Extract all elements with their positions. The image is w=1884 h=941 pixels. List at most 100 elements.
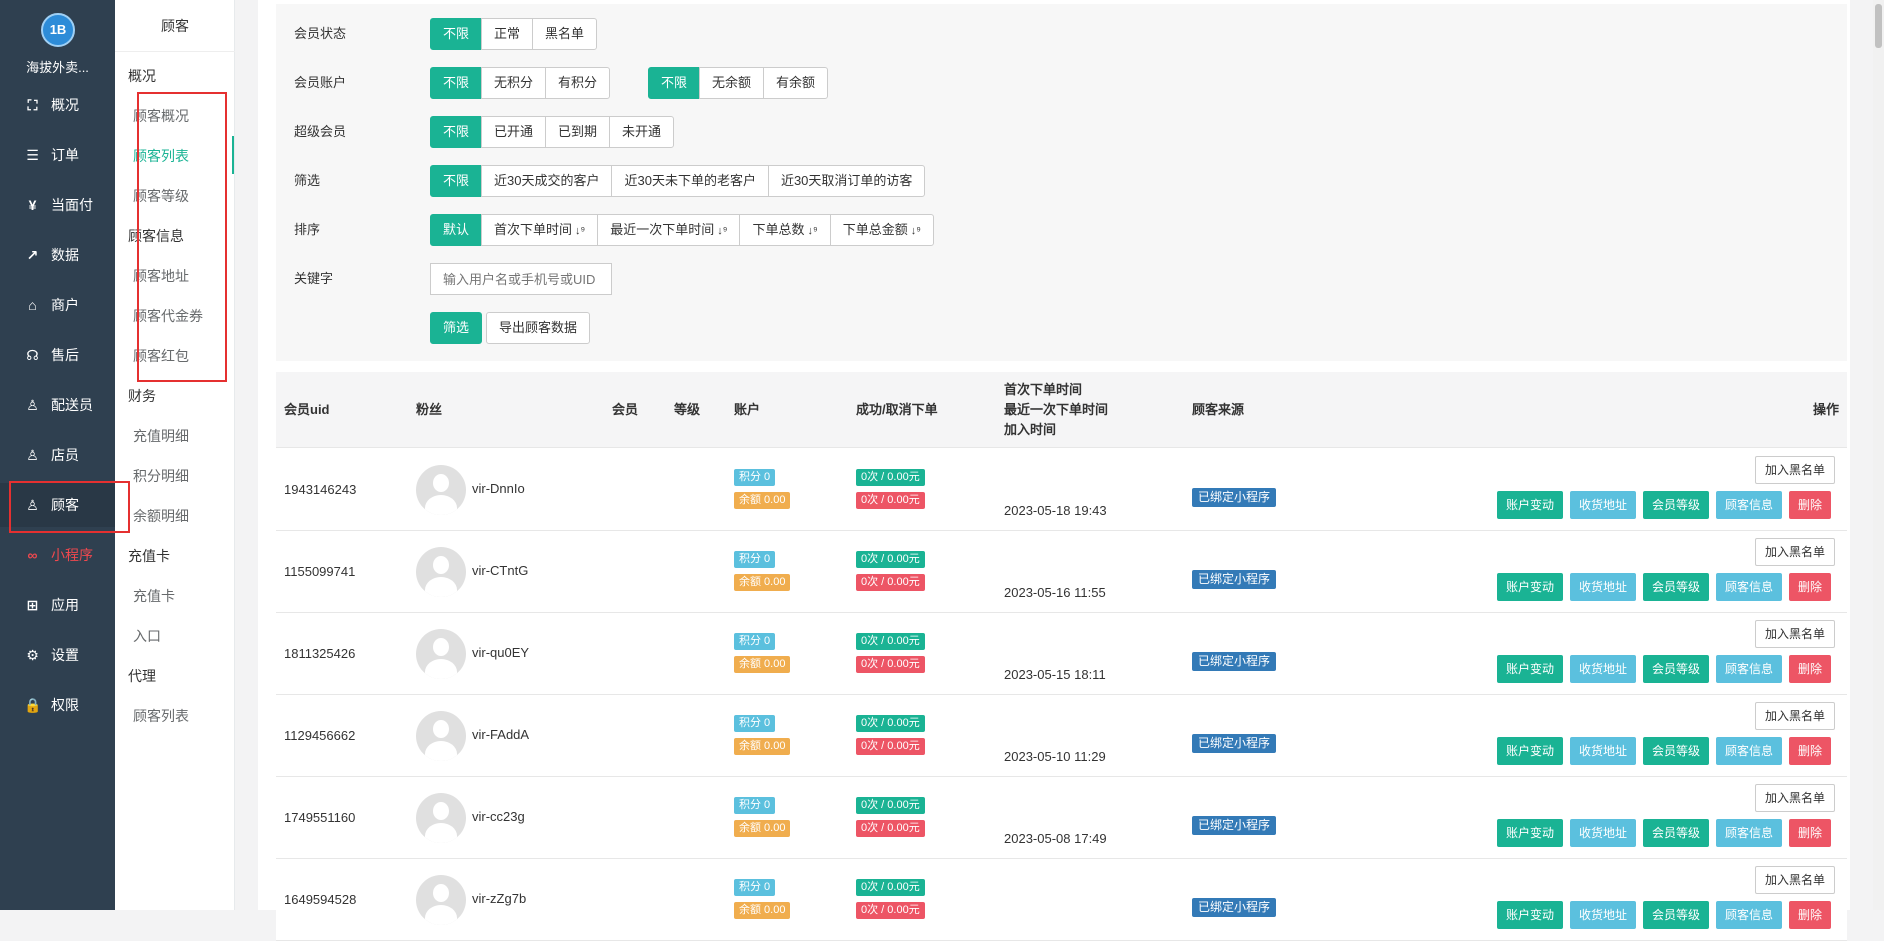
- super-expired[interactable]: 已到期: [545, 116, 611, 148]
- subnav-item-11[interactable]: 余额明细: [115, 506, 235, 526]
- customer-info-button[interactable]: 顾客信息: [1716, 655, 1783, 683]
- screen-no-order[interactable]: 近30天未下单的老客户: [611, 165, 769, 197]
- super-active[interactable]: 已开通: [481, 116, 547, 148]
- account-change-button[interactable]: 账户变动: [1497, 819, 1564, 847]
- nav-item-6[interactable]: ♙ 配送员: [0, 383, 115, 427]
- nav-item-11[interactable]: ⚙ 设置: [0, 633, 115, 677]
- blacklist-button[interactable]: 加入黑名单: [1755, 784, 1836, 812]
- member-level-button[interactable]: 会员等级: [1643, 655, 1710, 683]
- sort-last-order[interactable]: 最近一次下单时间 ↓⁹: [597, 214, 741, 246]
- nav-item-7[interactable]: ♙ 店员: [0, 433, 115, 477]
- address-button[interactable]: 收货地址: [1570, 573, 1637, 601]
- member-status-normal[interactable]: 正常: [481, 18, 534, 50]
- member-status-any[interactable]: 不限: [430, 18, 483, 50]
- delete-button[interactable]: 删除: [1789, 737, 1832, 765]
- screen-cancelled[interactable]: 近30天取消订单的访客: [767, 165, 926, 197]
- nav-item-0[interactable]: ⛶ 概况: [0, 83, 115, 127]
- super-member-group: 不限 已开通 已到期 未开通: [430, 116, 675, 148]
- balance-has[interactable]: 有余额: [763, 67, 829, 99]
- delete-button[interactable]: 删除: [1789, 901, 1832, 929]
- member-level-button[interactable]: 会员等级: [1643, 901, 1710, 929]
- member-level-button[interactable]: 会员等级: [1643, 737, 1710, 765]
- subnav-item-7[interactable]: 顾客红包: [115, 346, 235, 366]
- blacklist-button[interactable]: 加入黑名单: [1755, 620, 1836, 648]
- address-button[interactable]: 收货地址: [1570, 819, 1637, 847]
- delete-button[interactable]: 删除: [1789, 655, 1832, 683]
- customer-info-button[interactable]: 顾客信息: [1716, 491, 1783, 519]
- sort-order-count[interactable]: 下单总数 ↓⁹: [739, 214, 831, 246]
- nav-item-3[interactable]: ↗ 数据: [0, 233, 115, 277]
- balance-none[interactable]: 无余额: [699, 67, 765, 99]
- blacklist-button[interactable]: 加入黑名单: [1755, 866, 1836, 894]
- delete-button[interactable]: 删除: [1789, 491, 1832, 519]
- sort-order-amount-label: 下单总金额: [842, 222, 908, 237]
- subnav-item-16[interactable]: 顾客列表: [115, 706, 235, 726]
- sort-default[interactable]: 默认: [430, 214, 483, 246]
- customer-info-button[interactable]: 顾客信息: [1716, 737, 1783, 765]
- nav-item-4[interactable]: ⌂ 商户: [0, 283, 115, 327]
- subnav-item-14[interactable]: 入口: [115, 626, 235, 646]
- member-status-blacklist[interactable]: 黑名单: [532, 18, 598, 50]
- address-button[interactable]: 收货地址: [1570, 737, 1637, 765]
- address-button[interactable]: 收货地址: [1570, 655, 1637, 683]
- subnav-item-13[interactable]: 充值卡: [115, 586, 235, 606]
- points-any[interactable]: 不限: [430, 67, 483, 99]
- member-level-button[interactable]: 会员等级: [1643, 573, 1710, 601]
- member-level-button[interactable]: 会员等级: [1643, 491, 1710, 519]
- customer-info-button[interactable]: 顾客信息: [1716, 819, 1783, 847]
- nav-item-12[interactable]: 🔒 权限: [0, 683, 115, 727]
- avatar: [416, 711, 466, 761]
- nav-item-5[interactable]: ☊ 售后: [0, 333, 115, 377]
- member-status-group: 不限 正常 黑名单: [430, 18, 598, 50]
- subnav-item-1[interactable]: 顾客概况: [115, 106, 235, 126]
- points-badge: 积分 0: [734, 469, 776, 486]
- blacklist-button[interactable]: 加入黑名单: [1755, 456, 1836, 484]
- scrollbar-thumb[interactable]: [1875, 4, 1882, 48]
- address-button[interactable]: 收货地址: [1570, 491, 1637, 519]
- account-change-button[interactable]: 账户变动: [1497, 573, 1564, 601]
- account-change-button[interactable]: 账户变动: [1497, 655, 1564, 683]
- nav-item-10[interactable]: ⊞ 应用: [0, 583, 115, 627]
- subnav-item-2[interactable]: 顾客列表: [115, 146, 235, 166]
- lock-icon: 🔒: [24, 696, 42, 713]
- blacklist-button[interactable]: 加入黑名单: [1755, 702, 1836, 730]
- subnav-item-9[interactable]: 充值明细: [115, 426, 235, 446]
- cell-join-time: 2023-05-18 19:43: [1004, 503, 1107, 518]
- keyword-input[interactable]: [430, 263, 612, 295]
- points-none[interactable]: 无积分: [481, 67, 547, 99]
- account-change-button[interactable]: 账户变动: [1497, 737, 1564, 765]
- screen-recent-deal[interactable]: 近30天成交的客户: [481, 165, 613, 197]
- delete-button[interactable]: 删除: [1789, 819, 1832, 847]
- export-button[interactable]: 导出顾客数据: [486, 312, 591, 344]
- balance-badge: 余额 0.00: [734, 820, 791, 837]
- nav-item-2[interactable]: ¥ 当面付: [0, 183, 115, 227]
- member-level-button[interactable]: 会员等级: [1643, 819, 1710, 847]
- nav-item-1[interactable]: ☰ 订单: [0, 133, 115, 177]
- apps-icon: ⊞: [26, 596, 39, 613]
- shop-name[interactable]: 海拔外卖...: [0, 57, 115, 76]
- sort-first-order[interactable]: 首次下单时间 ↓⁹: [481, 214, 599, 246]
- account-change-button[interactable]: 账户变动: [1497, 901, 1564, 929]
- nav-item-8[interactable]: ♙ 顾客: [0, 483, 115, 527]
- sort-order-amount[interactable]: 下单总金额 ↓⁹: [829, 214, 934, 246]
- balance-any[interactable]: 不限: [648, 67, 701, 99]
- nav-item-9[interactable]: ∞ 小程序: [0, 533, 115, 577]
- subnav-item-5[interactable]: 顾客地址: [115, 266, 235, 286]
- subnav-item-6[interactable]: 顾客代金券: [115, 306, 235, 326]
- member-balance-group: 不限 无余额 有余额: [648, 67, 829, 99]
- points-has[interactable]: 有积分: [545, 67, 611, 99]
- customer-info-button[interactable]: 顾客信息: [1716, 901, 1783, 929]
- blacklist-button[interactable]: 加入黑名单: [1755, 538, 1836, 566]
- screen-any[interactable]: 不限: [430, 165, 483, 197]
- page-scrollbar[interactable]: [1873, 0, 1884, 910]
- customer-info-button[interactable]: 顾客信息: [1716, 573, 1783, 601]
- super-not-opened[interactable]: 未开通: [609, 116, 675, 148]
- account-change-button[interactable]: 账户变动: [1497, 491, 1564, 519]
- super-any[interactable]: 不限: [430, 116, 483, 148]
- member-account-label: 会员账户: [294, 75, 347, 90]
- subnav-item-3[interactable]: 顾客等级: [115, 186, 235, 206]
- filter-button[interactable]: 筛选: [430, 312, 483, 344]
- address-button[interactable]: 收货地址: [1570, 901, 1637, 929]
- subnav-item-10[interactable]: 积分明细: [115, 466, 235, 486]
- delete-button[interactable]: 删除: [1789, 573, 1832, 601]
